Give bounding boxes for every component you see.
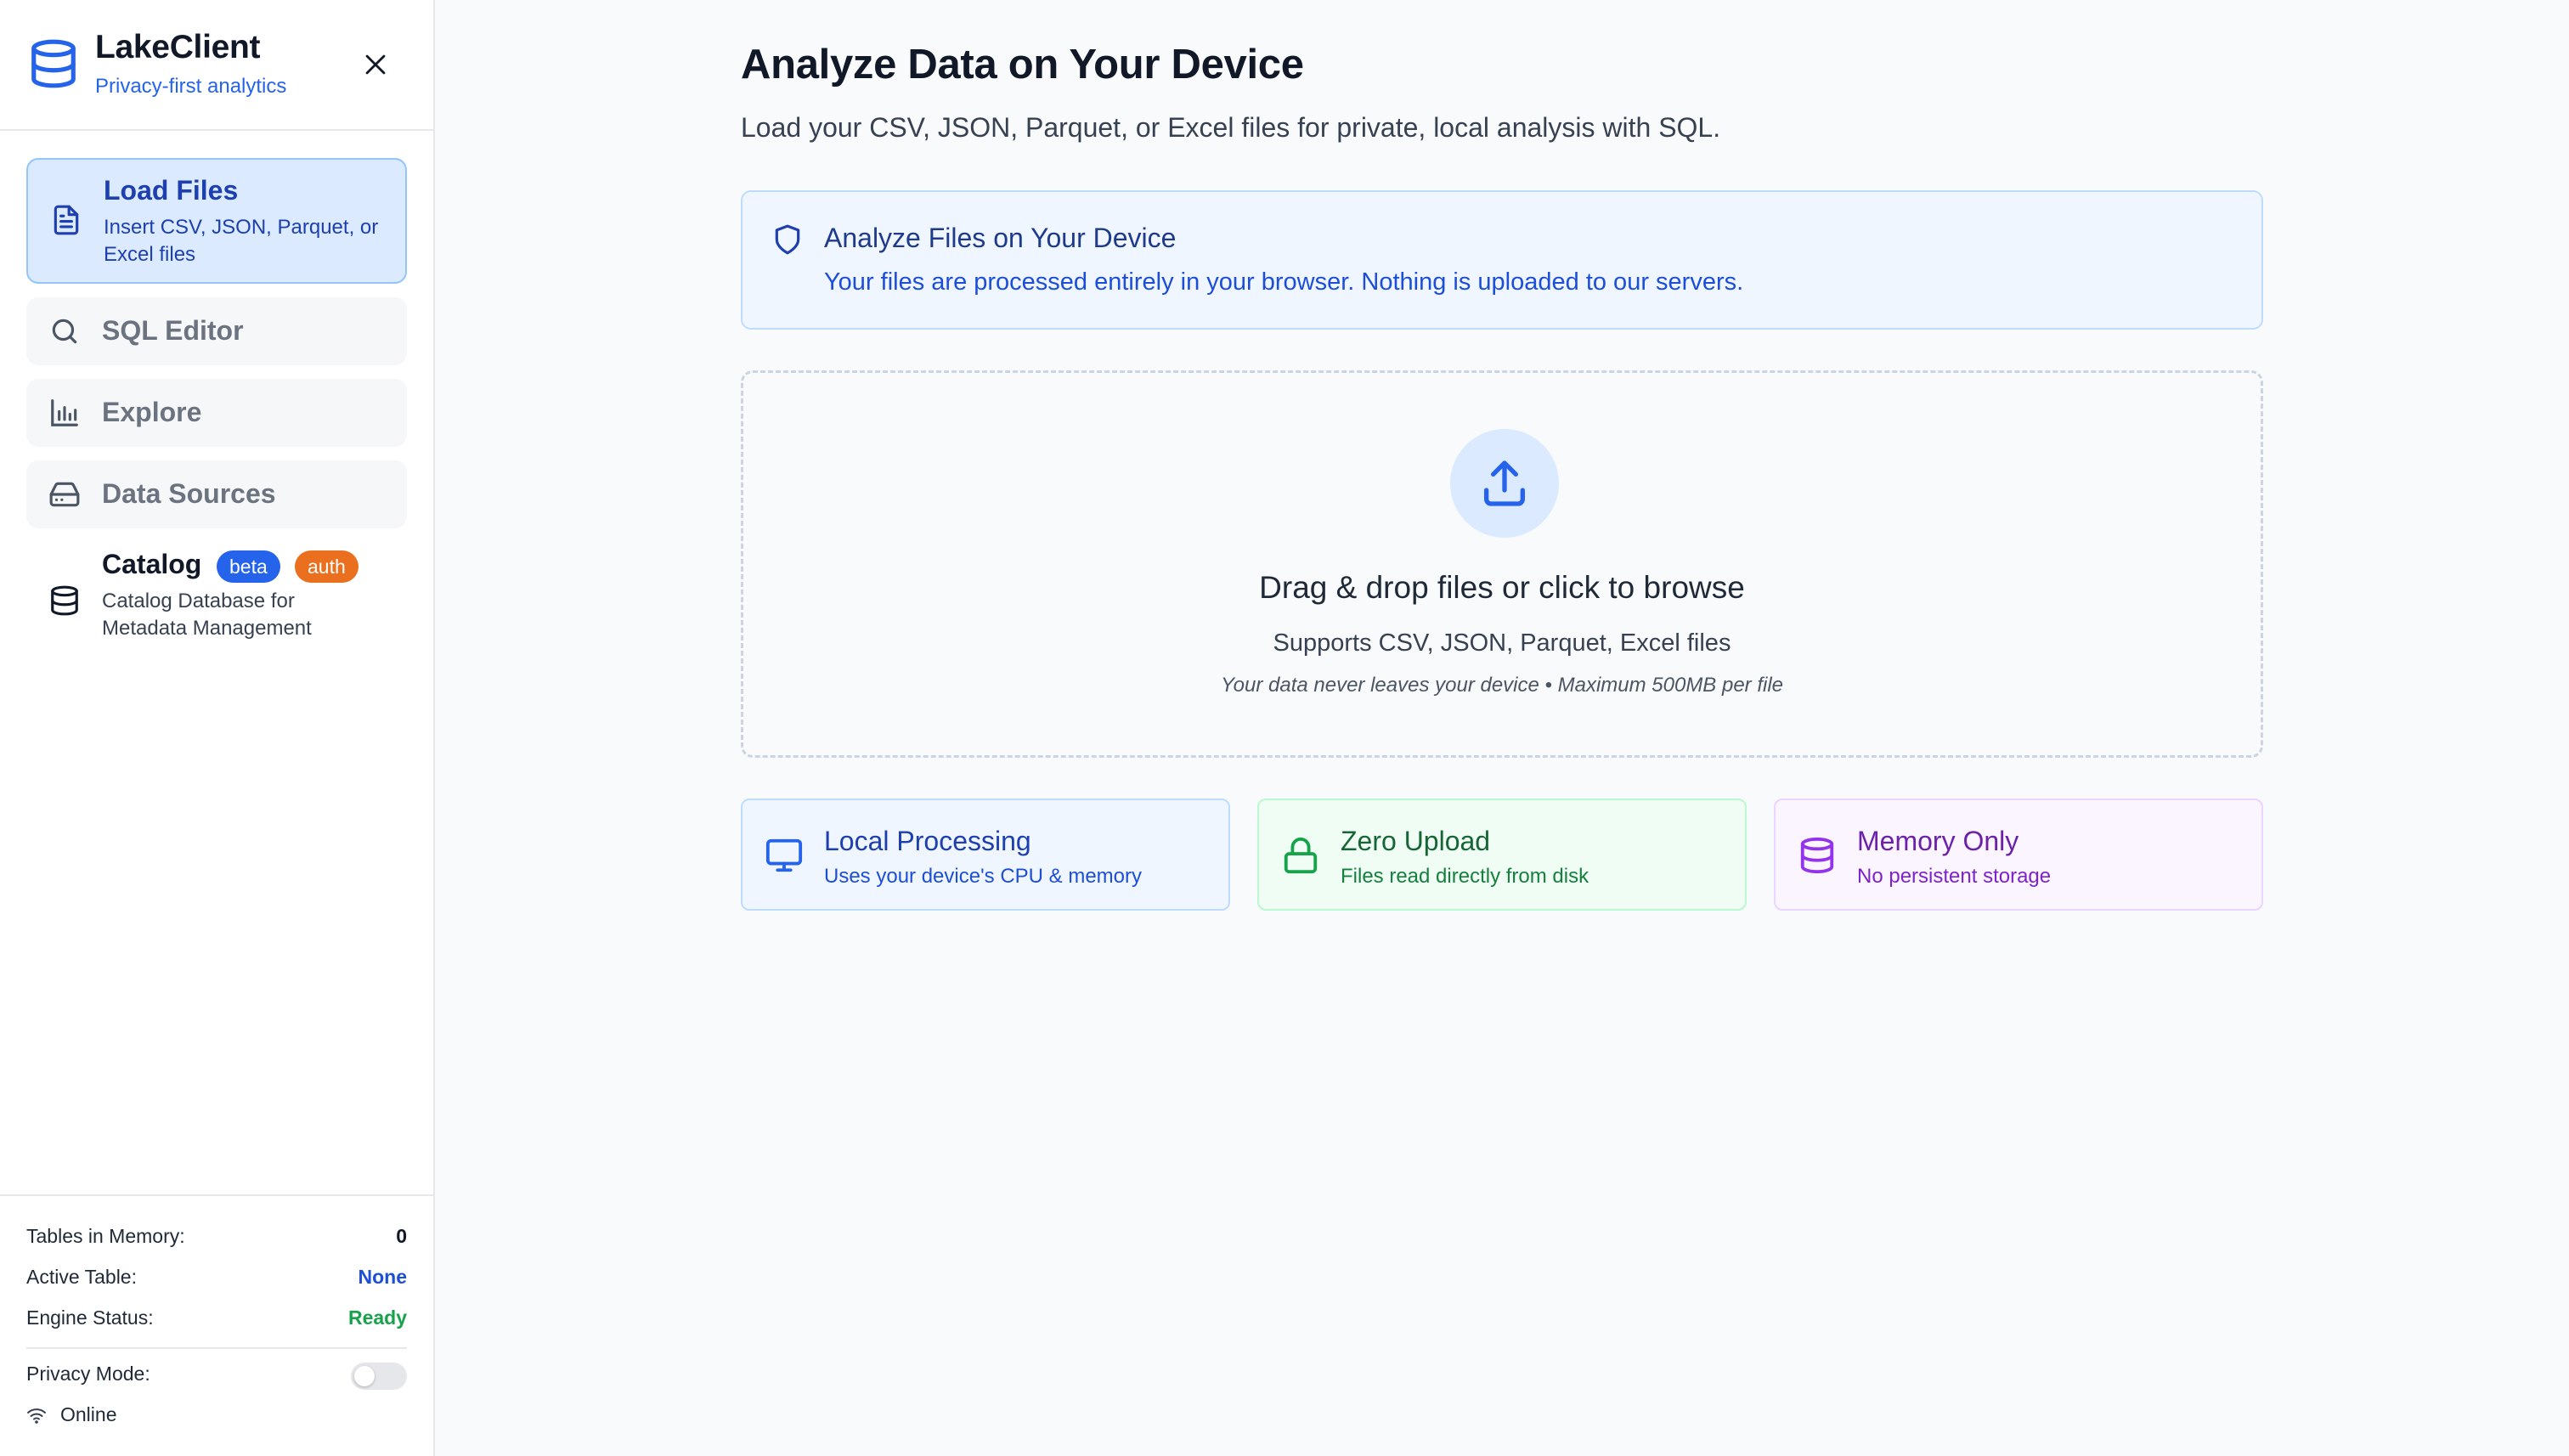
- sidebar-item-sql-editor[interactable]: SQL Editor: [26, 297, 407, 365]
- active-table-label: Active Table:: [26, 1266, 137, 1288]
- toggle-knob: [354, 1366, 375, 1386]
- file-icon: [54, 205, 79, 235]
- sidebar-item-label: Explore: [102, 397, 202, 427]
- feature-memory-only: Memory Only No persistent storage: [1774, 799, 2263, 911]
- sidebar-item-label: Load Files: [104, 175, 239, 206]
- sidebar: LakeClient Privacy-first analytics Load …: [0, 0, 435, 1456]
- hard-drive-icon: [49, 482, 80, 507]
- privacy-mode-row: Privacy Mode:: [26, 1363, 407, 1385]
- feature-title: Zero Upload: [1341, 826, 1491, 856]
- engine-status-row: Engine Status: Ready: [26, 1306, 407, 1329]
- tables-in-memory-row: Tables in Memory: 0: [26, 1225, 407, 1248]
- divider: [26, 1347, 407, 1349]
- active-table-value: None: [358, 1266, 408, 1288]
- feature-desc: No persistent storage: [1857, 865, 2052, 888]
- wifi-icon: [27, 1408, 46, 1424]
- shield-icon: [775, 224, 800, 255]
- dropzone-note: Your data never leaves your device • Max…: [1220, 674, 1784, 697]
- sidebar-status-panel: Tables in Memory: 0 Active Table: None E…: [0, 1194, 433, 1456]
- active-table-row: Active Table: None: [26, 1266, 407, 1289]
- sidebar-item-label: Data Sources: [102, 478, 276, 509]
- tables-in-memory-label: Tables in Memory:: [26, 1225, 185, 1247]
- dropzone-subtitle: Supports CSV, JSON, Parquet, Excel files: [1273, 629, 1731, 657]
- sidebar-item-description: Catalog Database for Metadata Management: [102, 590, 312, 640]
- database-icon: [1800, 837, 1834, 874]
- app: LakeClient Privacy-first analytics Load …: [0, 0, 2569, 1456]
- close-icon: [365, 54, 386, 75]
- feature-title: Memory Only: [1857, 826, 2019, 856]
- privacy-info-box: Analyze Files on Your Device Your files …: [741, 190, 2263, 330]
- sidebar-item-label: Catalog: [102, 549, 202, 579]
- feature-title: Local Processing: [824, 826, 1031, 856]
- sidebar-item-label: SQL Editor: [102, 315, 244, 346]
- sidebar-header: LakeClient Privacy-first analytics: [0, 0, 433, 131]
- feature-desc: Files read directly from disk: [1341, 865, 1589, 888]
- engine-status-label: Engine Status:: [26, 1306, 154, 1329]
- file-dropzone[interactable]: Drag & drop files or click to browse Sup…: [741, 370, 2263, 758]
- sidebar-item-load-files[interactable]: Load Files Insert CSV, JSON, Parquet, or…: [26, 158, 407, 284]
- engine-status-value: Ready: [347, 1306, 407, 1329]
- database-icon: [31, 39, 76, 88]
- info-text: Your files are processed entirely in you…: [824, 268, 1744, 296]
- auth-badge: auth: [295, 550, 359, 583]
- close-sidebar-button[interactable]: [355, 44, 396, 85]
- beta-badge: beta: [217, 550, 280, 583]
- page-title: Analyze Data on Your Device: [741, 42, 1304, 87]
- monitor-icon: [765, 838, 803, 872]
- app-subtitle: Privacy-first analytics: [95, 75, 287, 98]
- feature-local-processing: Local Processing Uses your device's CPU …: [741, 799, 1230, 911]
- sidebar-item-data-sources[interactable]: Data Sources: [26, 460, 407, 528]
- info-title: Analyze Files on Your Device: [824, 223, 1177, 253]
- privacy-mode-toggle[interactable]: [351, 1363, 407, 1390]
- sidebar-item-catalog[interactable]: Catalog beta auth Catalog Database for M…: [26, 542, 407, 661]
- sidebar-item-description: Insert CSV, JSON, Parquet, or Excel file…: [104, 216, 379, 266]
- sidebar-item-explore[interactable]: Explore: [26, 379, 407, 447]
- privacy-mode-label: Privacy Mode:: [26, 1363, 150, 1385]
- tables-in-memory-value: 0: [396, 1225, 407, 1247]
- feature-desc: Uses your device's CPU & memory: [824, 865, 1143, 888]
- bar-chart-icon: [51, 399, 78, 426]
- database-icon: [51, 585, 78, 616]
- search-icon: [52, 319, 77, 344]
- dropzone-title: Drag & drop files or click to browse: [1259, 570, 1745, 605]
- online-label: Online: [60, 1403, 117, 1425]
- lock-icon: [1284, 837, 1318, 874]
- upload-icon: [1484, 460, 1525, 506]
- feature-zero-upload: Zero Upload Files read directly from dis…: [1257, 799, 1747, 911]
- main-content: Analyze Data on Your Device Load your CS…: [435, 0, 2569, 1456]
- connection-status: Online: [26, 1403, 116, 1426]
- page-subtitle: Load your CSV, JSON, Parquet, or Excel f…: [741, 112, 1721, 143]
- upload-button[interactable]: [1450, 429, 1559, 538]
- app-title: LakeClient: [95, 29, 261, 65]
